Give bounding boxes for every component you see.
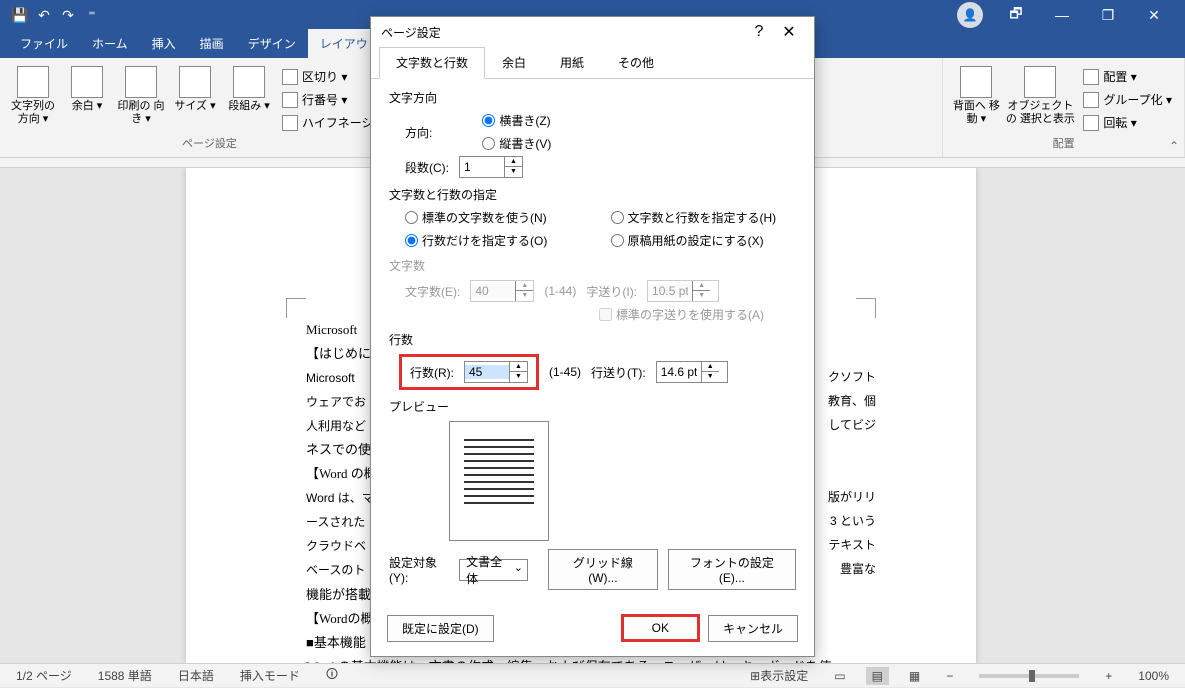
tab-file[interactable]: ファイル <box>8 29 80 58</box>
dialog-close-icon[interactable]: ✕ <box>774 22 804 42</box>
group-label-arrange: 配置 <box>1053 133 1075 153</box>
tab-margins[interactable]: 余白 <box>485 47 543 78</box>
tab-design[interactable]: デザイン <box>236 29 308 58</box>
dialog-help-icon[interactable]: ? <box>744 23 774 41</box>
page-indicator[interactable]: 1/2 ページ <box>10 665 78 686</box>
radio-vertical[interactable]: 縦書き(V) <box>482 135 551 152</box>
minimize-button[interactable]: — <box>1039 0 1085 30</box>
section-spec: 文字数と行数の指定 <box>389 186 796 203</box>
use-std-pitch-checkbox: 標準の字送りを使用する(A) <box>599 306 764 323</box>
tab-draw[interactable]: 描画 <box>188 29 236 58</box>
cancel-button[interactable]: キャンセル <box>708 615 798 642</box>
status-bar: 1/2 ページ 1588 単語 日本語 挿入モード 🛈 ⊞表示設定 ▭ ▤ ▦ … <box>0 663 1185 687</box>
send-backward-button[interactable]: 背面へ 移動 ▾ <box>951 62 1001 126</box>
view-read-icon[interactable]: ▭ <box>828 667 851 685</box>
line-pitch-label: 行送り(T): <box>591 364 646 381</box>
zoom-slider[interactable] <box>979 674 1079 678</box>
set-default-button[interactable]: 既定に設定(D) <box>387 615 494 642</box>
dialog-title: ページ設定 <box>381 24 441 41</box>
lines-label: 行数(R): <box>410 364 454 381</box>
chars-range: (1-44) <box>544 284 576 298</box>
direction-label: 方向: <box>405 124 432 141</box>
save-icon[interactable]: 💾 <box>8 3 32 27</box>
grid-lines-button[interactable]: グリッド線(W)... <box>548 549 658 590</box>
highlight-lines-input: 行数(R): ▲▼ <box>399 354 539 390</box>
apply-to-select[interactable]: 文書全体 <box>459 559 528 581</box>
page-setup-dialog: ページ設定 ? ✕ 文字数と行数 余白 用紙 その他 文字方向 方向: 横書き(… <box>370 16 815 657</box>
insert-mode[interactable]: 挿入モード <box>234 665 306 686</box>
align-button[interactable]: 配置 ▾ <box>1079 66 1176 87</box>
ribbon-group-page-setup: 文字列の 方向 ▾ 余白 ▾ 印刷の 向き ▾ サイズ ▾ 段組み ▾ 区切り … <box>0 58 420 157</box>
accessibility-icon[interactable]: 🛈 <box>320 663 344 688</box>
maximize-button[interactable]: ❐ <box>1085 0 1131 30</box>
group-label-page: ページ設定 <box>182 133 237 153</box>
display-settings[interactable]: ⊞表示設定 <box>744 665 814 686</box>
chars-spinner: ▲▼ <box>470 280 534 302</box>
dialog-titlebar: ページ設定 ? ✕ <box>371 17 814 47</box>
qat-more-icon[interactable]: ⁼ <box>80 3 104 27</box>
margin-mark-tl <box>286 298 306 318</box>
user-avatar-icon[interactable]: 👤 <box>957 2 983 28</box>
columns-label: 段数(C): <box>405 159 449 176</box>
orientation-button[interactable]: 印刷の 向き ▾ <box>116 62 166 126</box>
char-pitch-spinner: ▲▼ <box>647 280 719 302</box>
close-button[interactable]: ✕ <box>1131 0 1177 30</box>
lines-range: (1-45) <box>549 365 581 379</box>
columns-button[interactable]: 段組み ▾ <box>224 62 274 113</box>
word-count[interactable]: 1588 単語 <box>92 665 158 686</box>
chars-label: 文字数(E): <box>405 283 460 300</box>
collapse-ribbon-icon[interactable]: ⌃ <box>1169 139 1179 153</box>
char-pitch-label: 字送り(I): <box>586 283 637 300</box>
dialog-tabs: 文字数と行数 余白 用紙 その他 <box>371 47 814 79</box>
text-direction-button[interactable]: 文字列の 方向 ▾ <box>8 62 58 126</box>
radio-lines-only[interactable]: 行数だけを指定する(O) <box>405 232 591 249</box>
font-settings-button[interactable]: フォントの設定(E)... <box>668 549 796 590</box>
zoom-out-icon[interactable]: − <box>940 667 959 685</box>
rotate-button[interactable]: 回転 ▾ <box>1079 112 1176 133</box>
undo-icon[interactable]: ↶ <box>32 3 56 27</box>
language-indicator[interactable]: 日本語 <box>172 665 220 686</box>
selection-pane-button[interactable]: オブジェクトの 選択と表示 <box>1005 62 1075 126</box>
view-web-icon[interactable]: ▦ <box>903 667 926 685</box>
margins-button[interactable]: 余白 ▾ <box>62 62 112 113</box>
tab-home[interactable]: ホーム <box>80 29 140 58</box>
section-chars: 文字数 <box>389 257 796 274</box>
columns-spinner[interactable]: ▲▼ <box>459 156 523 178</box>
apply-to-label: 設定対象(Y): <box>389 554 449 585</box>
section-text-direction: 文字方向 <box>389 89 796 106</box>
radio-standard[interactable]: 標準の文字数を使う(N) <box>405 209 591 226</box>
tab-paper[interactable]: 用紙 <box>543 47 601 78</box>
tab-insert[interactable]: 挿入 <box>140 29 188 58</box>
ok-button[interactable]: OK <box>621 614 700 642</box>
zoom-level[interactable]: 100% <box>1132 667 1175 685</box>
lines-spinner[interactable]: ▲▼ <box>464 361 528 383</box>
group-objects-button[interactable]: グループ化 ▾ <box>1079 89 1176 110</box>
line-pitch-spinner[interactable]: ▲▼ <box>656 361 728 383</box>
section-lines: 行数 <box>389 331 796 348</box>
size-button[interactable]: サイズ ▾ <box>170 62 220 113</box>
ribbon-options-icon[interactable]: 🗗 <box>993 0 1039 30</box>
tab-chars-lines[interactable]: 文字数と行数 <box>379 47 485 79</box>
redo-icon[interactable]: ↷ <box>56 3 80 27</box>
radio-horizontal[interactable]: 横書き(Z) <box>482 112 551 129</box>
margin-mark-tr <box>856 298 876 318</box>
radio-both[interactable]: 文字数と行数を指定する(H) <box>611 209 797 226</box>
radio-manuscript[interactable]: 原稿用紙の設定にする(X) <box>611 232 797 249</box>
zoom-in-icon[interactable]: + <box>1099 667 1118 685</box>
view-print-icon[interactable]: ▤ <box>866 667 889 685</box>
tab-other[interactable]: その他 <box>601 47 671 78</box>
preview-thumbnail <box>449 421 549 541</box>
ribbon-group-arrange: 背面へ 移動 ▾ オブジェクトの 選択と表示 配置 ▾ グループ化 ▾ 回転 ▾… <box>942 58 1185 157</box>
section-preview: プレビュー <box>389 398 796 415</box>
